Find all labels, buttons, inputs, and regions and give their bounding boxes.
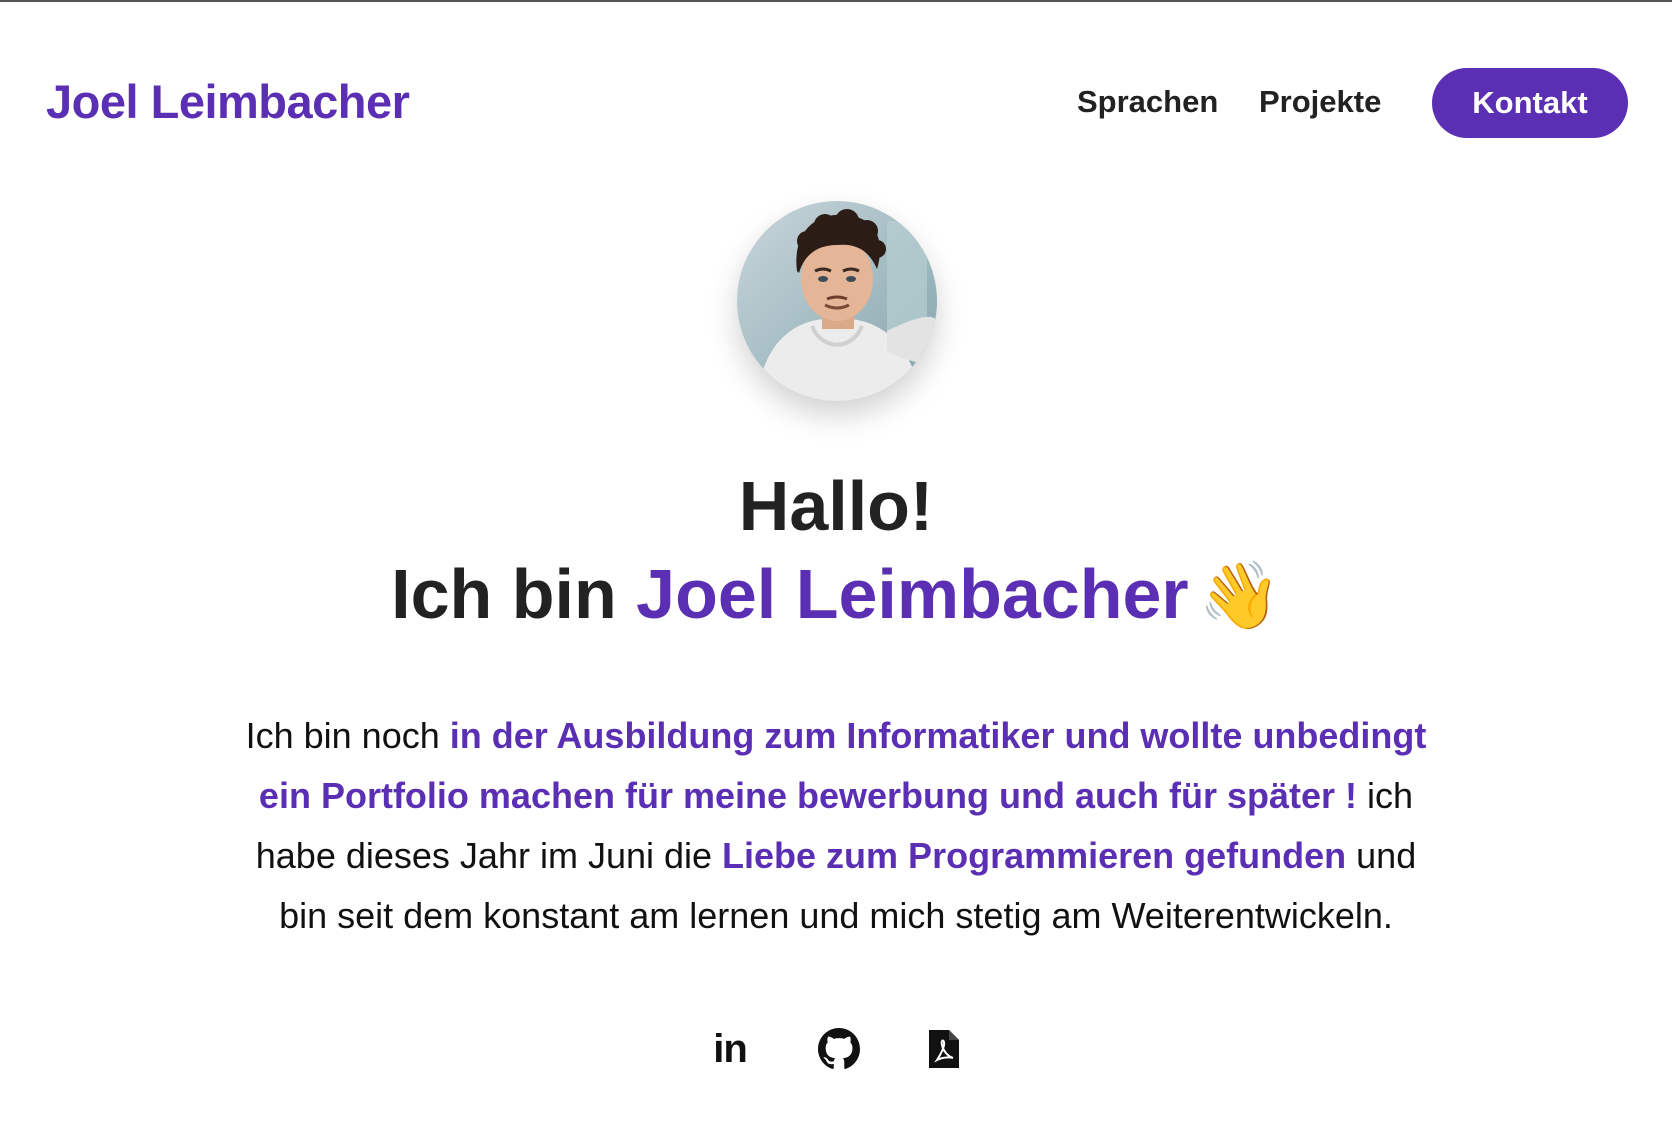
bio-paragraph: Ich bin noch in der Ausbildung zum Infor… [236, 706, 1436, 946]
site-header: Joel Leimbacher Sprachen Projekte Kontak… [0, 0, 1672, 200]
github-icon [818, 1028, 860, 1069]
kontakt-button[interactable]: Kontakt [1432, 68, 1628, 138]
nav-link-sprachen[interactable]: Sprachen [1077, 82, 1218, 122]
hero-section: Hallo! Ich bin Joel Leimbacher 👋 [0, 462, 1672, 639]
nav-link-projekte[interactable]: Projekte [1259, 82, 1381, 122]
brand-logo-text[interactable]: Joel Leimbacher [46, 72, 410, 132]
avatar [737, 201, 937, 401]
hero-intro-prefix: Ich bin [391, 555, 637, 633]
hero-name: Joel Leimbacher [636, 555, 1189, 633]
linkedin-link[interactable]: in [706, 1025, 754, 1073]
pdf-icon [929, 1030, 959, 1068]
avatar-photo-illustration [737, 201, 937, 401]
linkedin-icon: in [713, 1026, 748, 1071]
bio-highlight-2: Liebe zum Programmieren gefunden [722, 835, 1347, 876]
bio-text-1: Ich bin noch [245, 715, 450, 756]
cv-pdf-link[interactable] [920, 1025, 968, 1073]
hero-intro: Ich bin Joel Leimbacher 👋 [0, 550, 1672, 639]
social-links: in [0, 1025, 1672, 1075]
hero-greeting: Hallo! [738, 467, 934, 545]
github-link[interactable] [815, 1025, 863, 1073]
wave-icon: 👋 [1198, 558, 1281, 632]
